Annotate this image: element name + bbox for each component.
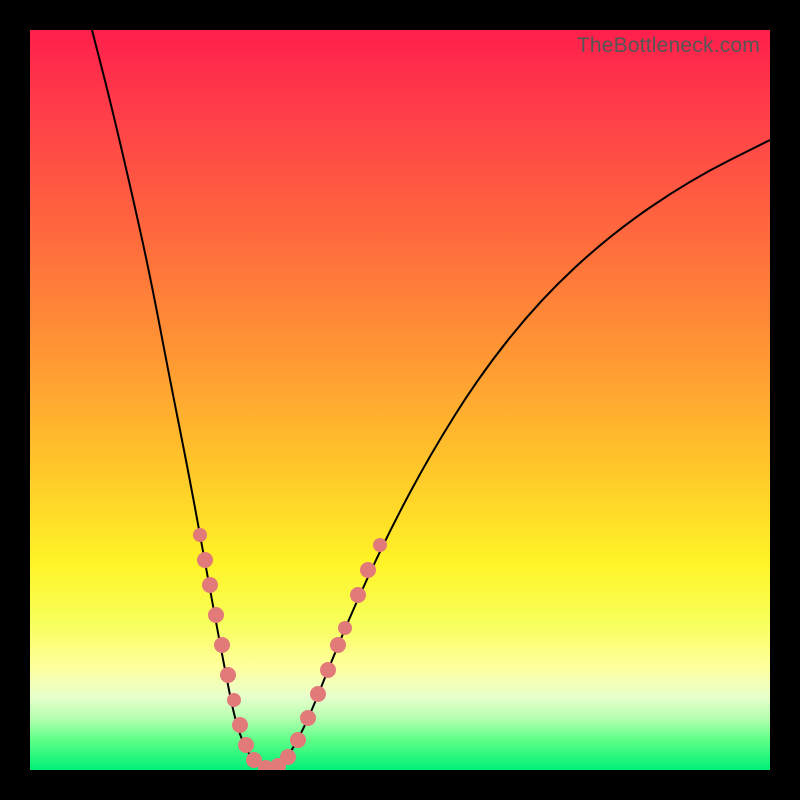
curve-marker bbox=[360, 562, 376, 578]
curve-marker bbox=[300, 710, 316, 726]
curve-marker bbox=[338, 621, 352, 635]
curve-marker bbox=[227, 693, 241, 707]
chart-gradient-area: TheBottleneck.com bbox=[30, 30, 770, 770]
curve-marker bbox=[208, 607, 224, 623]
curve-marker bbox=[330, 637, 346, 653]
curve-marker bbox=[232, 717, 248, 733]
bottleneck-curve bbox=[92, 30, 770, 768]
curve-marker bbox=[290, 732, 306, 748]
curve-marker bbox=[238, 737, 254, 753]
curve-marker bbox=[320, 662, 336, 678]
curve-marker bbox=[214, 637, 230, 653]
curve-marker bbox=[350, 587, 366, 603]
curve-marker bbox=[280, 749, 296, 765]
curve-marker bbox=[310, 686, 326, 702]
curve-marker bbox=[373, 538, 387, 552]
curve-marker bbox=[197, 552, 213, 568]
curve-marker bbox=[220, 667, 236, 683]
curve-markers bbox=[193, 528, 387, 770]
chart-svg bbox=[30, 30, 770, 770]
curve-marker bbox=[202, 577, 218, 593]
curve-marker bbox=[193, 528, 207, 542]
